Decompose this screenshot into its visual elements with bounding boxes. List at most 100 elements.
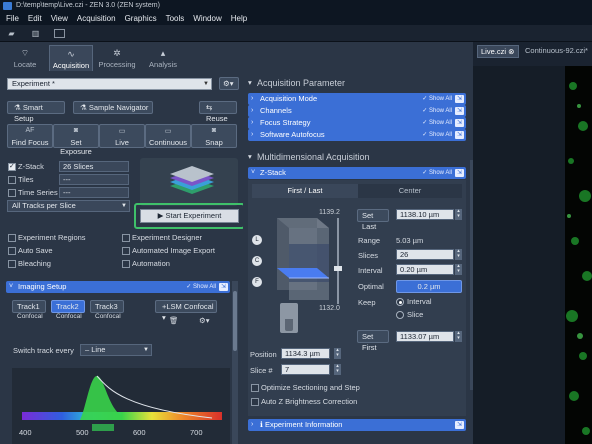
center-marker-icon[interactable]: C bbox=[252, 256, 262, 266]
menu-acquisition[interactable]: Acquisition bbox=[77, 14, 116, 23]
experiment-designer-checkbox[interactable] bbox=[122, 234, 130, 242]
menu-file[interactable]: File bbox=[6, 14, 19, 23]
slices-field[interactable]: 26 bbox=[396, 249, 454, 260]
first-value-field[interactable]: 1133.07 µm bbox=[396, 331, 454, 342]
pin-icon[interactable]: ⇲ bbox=[455, 119, 464, 127]
collapse-icon[interactable]: ▾ bbox=[248, 78, 252, 87]
interval-field[interactable]: 0.20 µm bbox=[396, 264, 454, 275]
z-slider-thumb[interactable] bbox=[334, 266, 342, 271]
experiment-options-button[interactable]: ⚙▾ bbox=[219, 77, 239, 90]
menu-help[interactable]: Help bbox=[231, 14, 247, 23]
track2-button[interactable]: Track2 bbox=[51, 300, 85, 313]
tab-acquisition[interactable]: ∿ Acquisition bbox=[49, 45, 93, 71]
pin-icon[interactable]: ⇲ bbox=[455, 107, 464, 115]
imaging-setup-header[interactable]: ˅ Imaging Setup ✓ Show All ⇲ bbox=[6, 281, 230, 293]
menu-view[interactable]: View bbox=[51, 14, 68, 23]
position-field[interactable]: 1134.3 µm bbox=[281, 348, 330, 359]
slice-number-field[interactable]: 7 bbox=[281, 364, 330, 375]
doc-tab-live[interactable]: Live.czi ⊗ bbox=[477, 45, 519, 58]
switch-track-select[interactable]: – Line ▼ bbox=[80, 344, 152, 356]
show-all-toggle[interactable]: ✓ Show All bbox=[422, 105, 452, 117]
reuse-button[interactable]: ⇆ Reuse bbox=[199, 101, 237, 123]
pin-icon[interactable]: ⇲ bbox=[455, 421, 464, 429]
show-all-toggle[interactable]: ✓ Show All bbox=[422, 129, 452, 141]
find-focus-button[interactable]: AF Find Focus bbox=[7, 124, 53, 148]
slice-number-label: Slice # bbox=[250, 366, 273, 375]
tab-locate[interactable]: ⌔ Locate bbox=[3, 45, 47, 71]
auto-save-checkbox[interactable] bbox=[8, 247, 16, 255]
slice-number-spinner[interactable]: ▴ ▾ bbox=[334, 364, 341, 375]
set-first-button[interactable]: Set First bbox=[357, 330, 389, 352]
software-autofocus-header[interactable]: › Software Autofocus ✓ Show All ⇲ bbox=[248, 129, 466, 141]
pin-icon[interactable]: ⇲ bbox=[455, 95, 464, 103]
keep-interval-radio[interactable] bbox=[396, 298, 404, 306]
autofocus-icon: AF bbox=[25, 127, 35, 134]
optimize-sectioning-checkbox[interactable] bbox=[251, 384, 259, 392]
zstack-checkbox[interactable] bbox=[8, 162, 16, 171]
doc-tab-continuous[interactable]: Continuous-92.czi* bbox=[522, 45, 592, 58]
smart-setup-button[interactable]: ⚗ Smart Setup bbox=[7, 101, 65, 123]
keep-slice-radio[interactable] bbox=[396, 311, 404, 319]
menu-edit[interactable]: Edit bbox=[28, 14, 42, 23]
first-marker-icon[interactable]: F bbox=[252, 277, 262, 287]
tab-first-last[interactable]: First / Last bbox=[252, 184, 358, 198]
focus-strategy-header[interactable]: › Focus Strategy ✓ Show All ⇲ bbox=[248, 117, 466, 129]
save-icon[interactable]: ▥ bbox=[30, 29, 41, 38]
acquisition-mode-header[interactable]: › Acquisition Mode ✓ Show All ⇲ bbox=[248, 93, 466, 105]
optimal-button[interactable]: 0.2 µm bbox=[396, 280, 462, 293]
last-spinner[interactable]: ▴ ▾ bbox=[455, 209, 462, 220]
experiment-regions-checkbox[interactable] bbox=[8, 234, 16, 242]
open-folder-icon[interactable]: ▰ bbox=[6, 29, 17, 38]
tiles-checkbox[interactable] bbox=[8, 176, 16, 184]
show-all-toggle[interactable]: ✓ Show All bbox=[422, 167, 452, 179]
tracks-mode-select[interactable]: All Tracks per Slice ▼ bbox=[7, 200, 130, 212]
z-slider[interactable] bbox=[334, 218, 342, 304]
image-view[interactable] bbox=[565, 66, 592, 444]
tab-center[interactable]: Center bbox=[358, 184, 462, 198]
experiment-information-header[interactable]: › ℹ Experiment Information ⇲ bbox=[248, 419, 466, 431]
set-exposure-button[interactable]: ◙ Set Exposure bbox=[53, 124, 99, 156]
pin-icon[interactable]: ⇲ bbox=[455, 169, 464, 177]
track3-button[interactable]: Track3 bbox=[90, 300, 124, 313]
slices-spinner[interactable]: ▴ ▾ bbox=[455, 249, 462, 260]
continuous-button[interactable]: ▭ Continuous bbox=[145, 124, 191, 148]
left-scrollbar[interactable] bbox=[232, 281, 238, 444]
set-last-button[interactable]: Set Last bbox=[357, 209, 389, 231]
add-lsm-confocal-button[interactable]: +LSM Confocal ▾ bbox=[155, 300, 217, 322]
start-experiment-button[interactable]: ▶ Start Experiment bbox=[140, 209, 239, 223]
automated-image-export-checkbox[interactable] bbox=[122, 247, 130, 255]
image-view-margin bbox=[473, 59, 565, 444]
show-all-toggle[interactable]: ✓ Show All bbox=[186, 281, 216, 293]
menu-graphics[interactable]: Graphics bbox=[125, 14, 157, 23]
live-button[interactable]: ▭ Live bbox=[99, 124, 145, 148]
tab-analysis[interactable]: ▴ Analysis bbox=[141, 45, 185, 71]
position-spinner[interactable]: ▴ ▾ bbox=[334, 348, 341, 359]
first-spinner[interactable]: ▴ ▾ bbox=[455, 331, 462, 342]
left-scrollbar-thumb[interactable] bbox=[233, 291, 237, 351]
automation-checkbox[interactable] bbox=[122, 260, 130, 268]
interval-spinner[interactable]: ▴ ▾ bbox=[455, 264, 462, 275]
menu-window[interactable]: Window bbox=[193, 14, 221, 23]
last-value-field[interactable]: 1138.10 µm bbox=[396, 209, 454, 220]
tab-processing[interactable]: ✲ Processing bbox=[95, 45, 139, 71]
bleaching-checkbox[interactable] bbox=[8, 260, 16, 268]
close-icon[interactable]: ⊗ bbox=[506, 47, 514, 56]
snap-button[interactable]: ◙ Snap bbox=[191, 124, 237, 148]
experiment-select[interactable]: Experiment * ▼ bbox=[7, 78, 212, 90]
layout-icon[interactable] bbox=[54, 29, 65, 38]
track1-button[interactable]: Track1 bbox=[12, 300, 46, 313]
pin-icon[interactable]: ⇲ bbox=[455, 131, 464, 139]
last-marker-icon[interactable]: L bbox=[252, 235, 262, 245]
trash-icon[interactable]: 🗑 bbox=[169, 316, 179, 325]
gear-icon[interactable]: ⚙▾ bbox=[199, 316, 210, 325]
auto-z-brightness-checkbox[interactable] bbox=[251, 398, 259, 406]
zstack-header[interactable]: ˅ Z-Stack ✓ Show All ⇲ bbox=[248, 167, 466, 179]
channels-header[interactable]: › Channels ✓ Show All ⇲ bbox=[248, 105, 466, 117]
show-all-toggle[interactable]: ✓ Show All bbox=[422, 93, 452, 105]
pin-icon[interactable]: ⇲ bbox=[219, 283, 228, 291]
sample-navigator-button[interactable]: ⚗ Sample Navigator bbox=[73, 101, 153, 114]
show-all-toggle[interactable]: ✓ Show All bbox=[422, 117, 452, 129]
menu-tools[interactable]: Tools bbox=[166, 14, 185, 23]
time-series-checkbox[interactable] bbox=[8, 189, 16, 197]
collapse-icon[interactable]: ▾ bbox=[248, 152, 252, 161]
